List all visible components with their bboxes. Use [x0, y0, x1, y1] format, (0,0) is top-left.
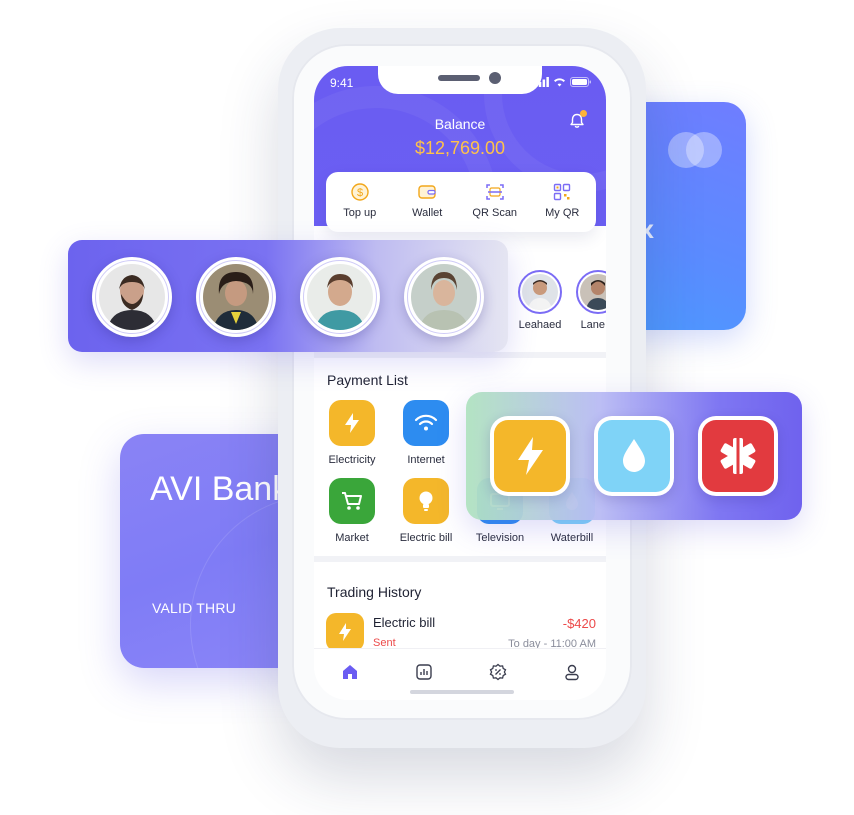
water-drop-icon	[598, 420, 670, 492]
payment-label: Internet	[407, 454, 445, 466]
wallet-button[interactable]: Wallet	[395, 182, 459, 219]
wallet-icon	[418, 185, 436, 199]
home-indicator	[410, 690, 514, 694]
top-up-button[interactable]: $ Top up	[328, 182, 392, 219]
profile-icon[interactable]	[561, 661, 583, 683]
speaker-icon	[438, 75, 480, 81]
payment-label: Electricity	[328, 454, 376, 466]
wifi-icon	[403, 400, 449, 446]
lightning-icon	[326, 613, 364, 651]
balance-label: Balance	[434, 116, 486, 132]
my-qr-label: My QR	[545, 207, 580, 219]
payment-label: Market	[335, 532, 369, 544]
payment-label: Electric bill	[399, 532, 453, 544]
medical-shortcut[interactable]	[698, 416, 778, 496]
qr-code-icon	[554, 183, 571, 201]
phone-screen: 9:41 Balance $12,769.00 $ Top up Wallet …	[314, 66, 606, 700]
dollar-coin-icon: $	[351, 183, 369, 201]
quick-actions-panel: $ Top up Wallet QR Scan My QR	[326, 172, 596, 232]
qr-scan-button[interactable]: QR Scan	[463, 182, 527, 219]
section-divider	[314, 556, 606, 562]
qr-scan-label: QR Scan	[472, 207, 518, 219]
medical-icon	[702, 420, 774, 492]
notification-dot	[580, 110, 587, 117]
balance-value: $12,769.00	[414, 138, 506, 158]
electricity-shortcut[interactable]	[490, 416, 570, 496]
transaction-title: Electric bill	[373, 615, 436, 630]
cart-icon	[329, 478, 375, 524]
avatar[interactable]	[300, 257, 380, 337]
payment-internet[interactable]: Internet	[390, 400, 462, 466]
chart-icon[interactable]	[413, 661, 435, 683]
my-qr-button[interactable]: My QR	[530, 182, 594, 219]
status-time: 9:41	[330, 76, 354, 90]
payment-label: Television	[475, 532, 525, 544]
top-up-label: Top up	[343, 207, 377, 219]
transaction-row[interactable]: Electric bill -$420 Sent To day - 11:00 …	[326, 611, 596, 651]
payment-electric-bill[interactable]: Electric bill	[390, 478, 462, 544]
payment-label: Waterbill	[550, 532, 594, 544]
bulb-icon	[403, 478, 449, 524]
water-shortcut[interactable]	[594, 416, 674, 496]
contact-name: Leahaed	[518, 319, 562, 331]
lightning-icon	[494, 420, 566, 492]
payment-market[interactable]: Market	[316, 478, 388, 544]
trading-history-title: Trading History	[327, 584, 422, 600]
status-icons	[535, 77, 592, 87]
card-brand-logo	[668, 132, 724, 168]
lightning-icon	[329, 400, 375, 446]
valid-thru-label: VALID THRU	[152, 600, 236, 616]
avatar[interactable]	[404, 257, 484, 337]
contact-item[interactable]: Lane E	[568, 270, 606, 331]
featured-payments-strip	[466, 392, 802, 520]
bank-name: AVI Bank	[150, 470, 290, 508]
avatar	[518, 270, 562, 314]
wallet-label: Wallet	[412, 207, 443, 219]
phone-notch	[378, 66, 542, 94]
qr-scan-icon	[486, 184, 504, 200]
payment-list-title: Payment List	[327, 372, 408, 388]
svg-text:$: $	[357, 187, 363, 199]
camera-icon	[489, 72, 501, 84]
avatar[interactable]	[196, 257, 276, 337]
contact-name: Lane E	[580, 319, 606, 331]
payment-electricity[interactable]: Electricity	[316, 400, 388, 466]
wifi-status-icon	[554, 78, 565, 87]
battery-icon	[570, 77, 591, 87]
home-icon[interactable]	[339, 661, 361, 683]
avatar	[576, 270, 606, 314]
signal-icon	[535, 77, 549, 87]
transaction-amount: -$420	[562, 616, 596, 631]
discount-icon[interactable]	[487, 661, 509, 683]
section-divider	[314, 352, 606, 358]
avatar[interactable]	[92, 257, 172, 337]
featured-contacts-strip	[68, 240, 508, 352]
contact-item[interactable]: Leahaed	[510, 270, 570, 331]
